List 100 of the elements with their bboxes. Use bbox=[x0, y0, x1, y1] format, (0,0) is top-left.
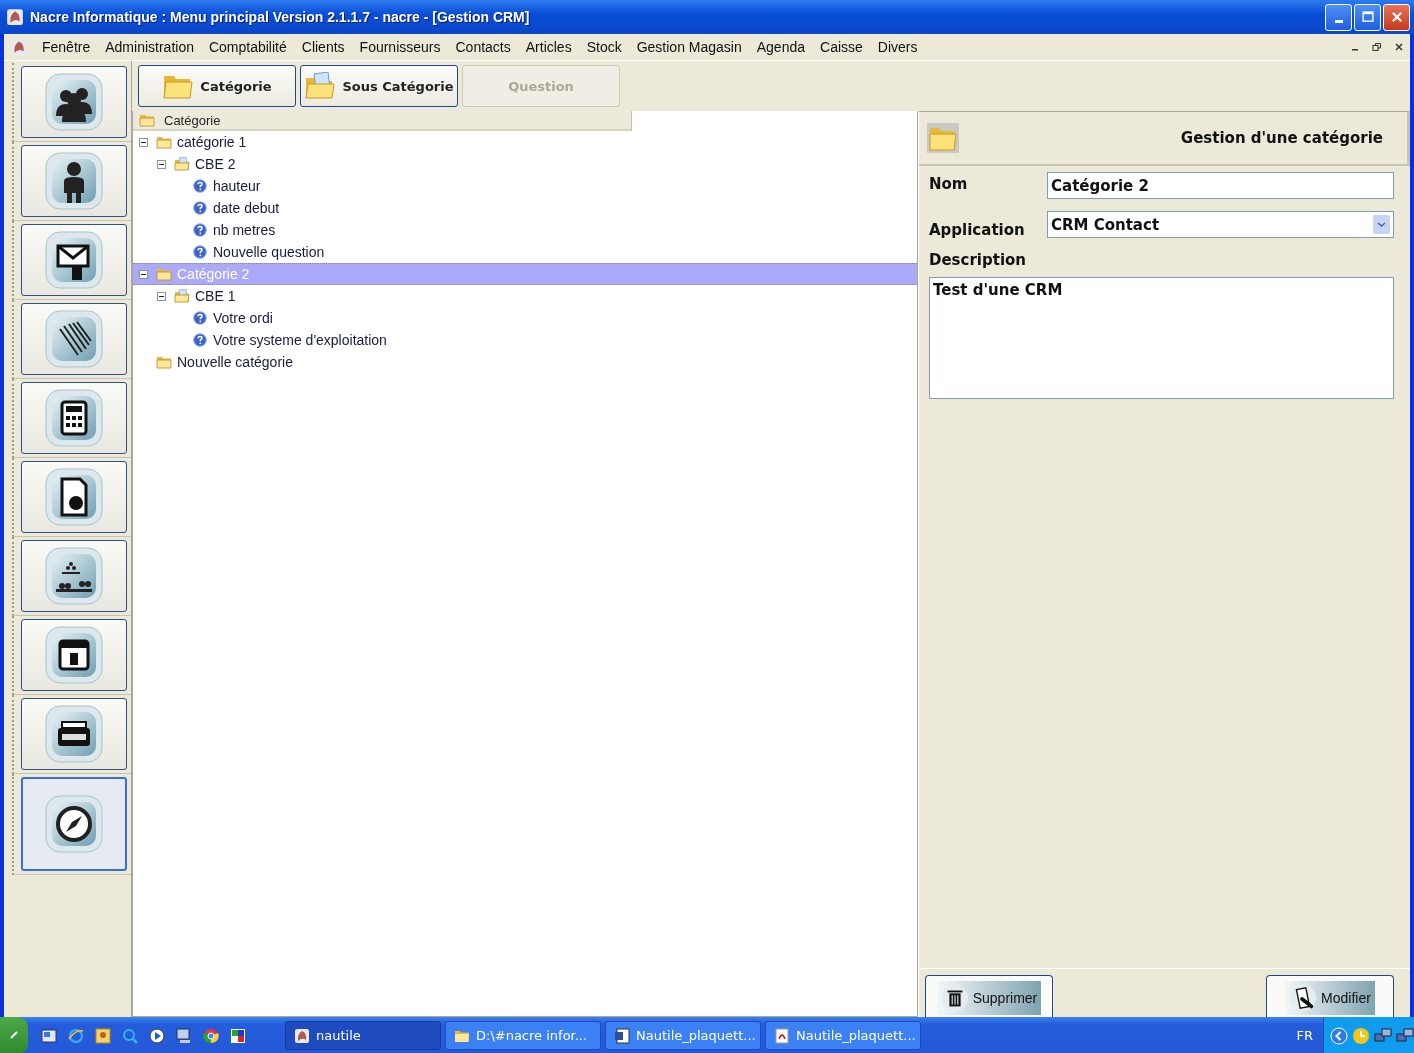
field-label: Application bbox=[929, 220, 1026, 239]
menu-item[interactable]: Articles bbox=[517, 39, 579, 55]
description-field[interactable]: Test d'une CRM bbox=[929, 277, 1394, 399]
menu-item[interactable]: Fournisseurs bbox=[351, 39, 448, 55]
minimize-button[interactable] bbox=[1325, 3, 1352, 31]
close-icon[interactable] bbox=[1394, 42, 1404, 52]
delete-button[interactable]: Supprimer bbox=[925, 975, 1053, 1017]
tree-row[interactable]: Votre ordi bbox=[133, 307, 917, 329]
paint-icon[interactable] bbox=[229, 1026, 247, 1045]
toolbar-button[interactable]: Catégorie bbox=[138, 65, 296, 107]
pdf-icon bbox=[774, 1027, 790, 1044]
taskbar-button[interactable]: Nautile_plaquett... bbox=[765, 1021, 921, 1050]
tree-row[interactable]: nb metres bbox=[133, 219, 917, 241]
start-button[interactable] bbox=[0, 1017, 28, 1053]
language-indicator[interactable]: FR bbox=[1286, 1028, 1323, 1043]
window-title: Nacre Informatique : Menu principal Version 2.1.1.7 - nacre - [Gestion CRM] bbox=[30, 9, 530, 25]
module-button[interactable] bbox=[21, 461, 127, 533]
module-button[interactable] bbox=[21, 698, 127, 770]
tree-row[interactable]: Votre systeme d'exploitation bbox=[133, 329, 917, 351]
folder-icon bbox=[156, 355, 172, 369]
folder-icon bbox=[139, 113, 155, 127]
collapse-icon[interactable] bbox=[139, 269, 148, 279]
module-button[interactable] bbox=[21, 777, 127, 871]
network-icon[interactable] bbox=[1396, 1026, 1414, 1045]
module-button[interactable] bbox=[21, 66, 127, 138]
tree-row[interactable]: Nouvelle question bbox=[133, 241, 917, 263]
person-icon bbox=[44, 151, 104, 211]
module-button[interactable] bbox=[21, 382, 127, 454]
calculator-icon bbox=[44, 388, 104, 448]
application-dropdown[interactable]: CRM Contact bbox=[1047, 211, 1394, 238]
trash-icon bbox=[940, 984, 969, 1012]
menu-item[interactable]: Contacts bbox=[447, 39, 518, 55]
menu-item[interactable]: Clients bbox=[293, 39, 352, 55]
document-edit-icon bbox=[1289, 984, 1318, 1012]
tree-row[interactable]: CBE 2 bbox=[133, 153, 917, 175]
menu-item[interactable]: Stock bbox=[578, 39, 629, 55]
column-header[interactable]: Catégorie bbox=[133, 111, 632, 131]
browser-icon[interactable] bbox=[67, 1026, 85, 1045]
compass-icon bbox=[44, 794, 104, 854]
contact-card-icon[interactable] bbox=[94, 1026, 112, 1045]
barcode-icon bbox=[44, 309, 104, 369]
close-icon bbox=[1389, 10, 1404, 24]
magnifier-icon[interactable] bbox=[121, 1026, 139, 1045]
header-label: Catégorie bbox=[164, 112, 221, 128]
taskbar-button[interactable]: Nautile_plaquett... bbox=[605, 1021, 761, 1050]
field-label: Nom bbox=[929, 174, 969, 193]
globe-icon[interactable] bbox=[202, 1026, 220, 1045]
menu-item[interactable]: Administration bbox=[97, 39, 201, 55]
menu-item[interactable]: Agenda bbox=[748, 39, 812, 55]
module-button[interactable] bbox=[21, 540, 127, 612]
envelope-icon bbox=[44, 230, 104, 290]
module-button[interactable] bbox=[21, 619, 127, 691]
network-icon[interactable] bbox=[1374, 1026, 1392, 1045]
people-icon bbox=[44, 72, 104, 132]
module-button[interactable] bbox=[21, 303, 127, 375]
tree-row[interactable]: CBE 1 bbox=[133, 285, 917, 307]
toolbar-button[interactable]: Sous Catégorie bbox=[300, 65, 458, 107]
folder-with-document-icon bbox=[304, 72, 337, 100]
windows-logo-icon bbox=[9, 1030, 19, 1040]
field-label: Description bbox=[929, 251, 1028, 269]
module-button[interactable] bbox=[21, 224, 127, 296]
folder-icon bbox=[927, 123, 959, 153]
clock-icon[interactable] bbox=[1352, 1026, 1370, 1045]
menu-item[interactable]: Gestion Magasin bbox=[628, 39, 749, 55]
edit-button[interactable]: Modifier bbox=[1266, 975, 1394, 1017]
menu-item[interactable]: Divers bbox=[869, 39, 925, 55]
computer-icon[interactable] bbox=[175, 1026, 193, 1045]
module-button[interactable] bbox=[21, 145, 127, 217]
chevron-left-icon[interactable] bbox=[1330, 1026, 1348, 1045]
folder-icon bbox=[156, 267, 172, 281]
help-icon bbox=[192, 179, 208, 193]
panel-title: Gestion d'une catégorie bbox=[1180, 129, 1383, 147]
help-icon bbox=[192, 333, 208, 347]
tree-row[interactable]: date debut bbox=[133, 197, 917, 219]
tree-row[interactable]: Nouvelle catégorie bbox=[133, 351, 917, 373]
play-icon[interactable] bbox=[148, 1026, 166, 1045]
maximize-button[interactable] bbox=[1354, 3, 1381, 31]
tree-row[interactable]: hauteur bbox=[133, 175, 917, 197]
menu-item[interactable]: Fenêtre bbox=[34, 39, 98, 55]
name-field[interactable]: Catégorie 2 bbox=[1047, 172, 1394, 199]
help-icon bbox=[192, 223, 208, 237]
close-button[interactable] bbox=[1383, 3, 1410, 31]
minimize-icon bbox=[1334, 19, 1343, 23]
collapse-icon[interactable] bbox=[139, 137, 148, 147]
desktop-icon[interactable] bbox=[40, 1026, 58, 1045]
collapse-icon[interactable] bbox=[157, 291, 166, 301]
menu-item[interactable]: Caisse bbox=[812, 39, 870, 55]
folder-with-document-icon bbox=[174, 157, 190, 171]
calendar-icon bbox=[44, 625, 104, 685]
collapse-icon[interactable] bbox=[157, 159, 166, 169]
taskbar-button[interactable]: D:\#nacre infor... bbox=[445, 1021, 601, 1050]
help-icon bbox=[192, 311, 208, 325]
chevron-down-icon bbox=[1373, 215, 1390, 234]
maximize-icon bbox=[1360, 10, 1375, 24]
help-icon bbox=[192, 201, 208, 215]
document-icon bbox=[614, 1027, 630, 1044]
menu-item[interactable]: Comptabilité bbox=[200, 39, 294, 55]
taskbar-button[interactable]: nautile bbox=[285, 1021, 441, 1050]
restore-icon[interactable] bbox=[1372, 42, 1382, 52]
tree-row[interactable]: catégorie 1 bbox=[133, 131, 917, 153]
